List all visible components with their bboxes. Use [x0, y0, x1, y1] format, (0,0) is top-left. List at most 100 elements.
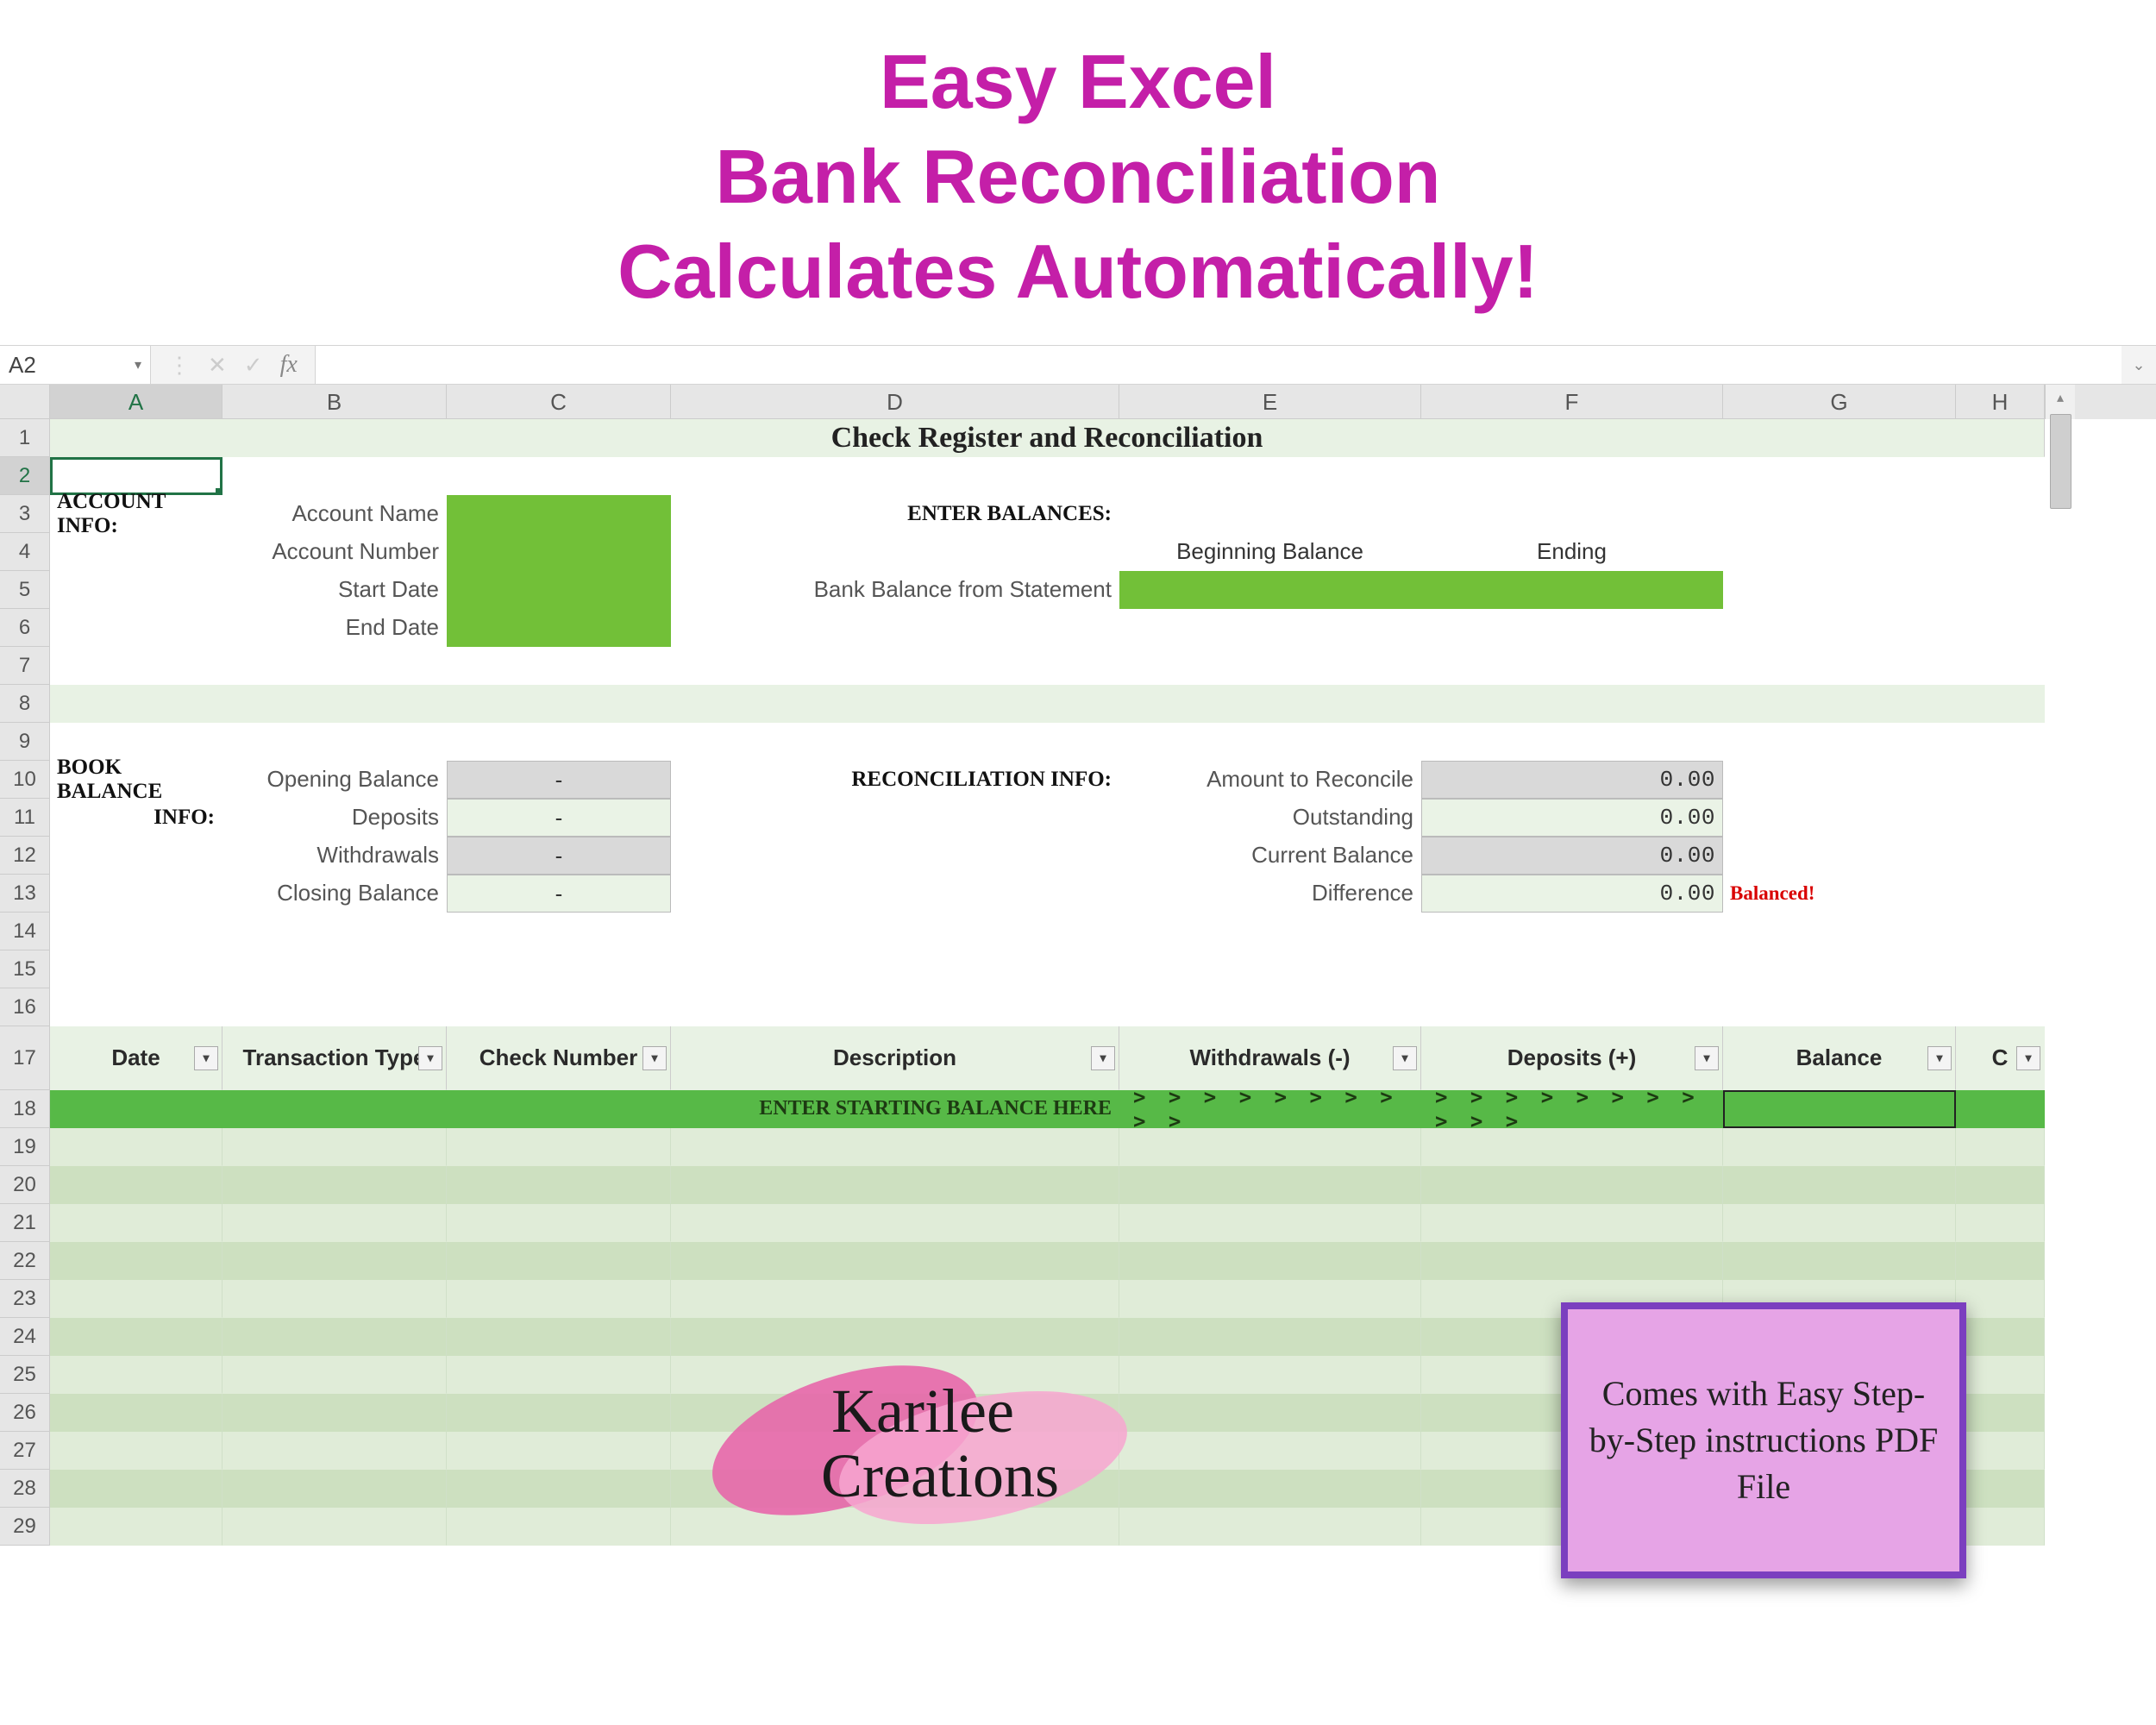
- cell-G5[interactable]: [1723, 571, 1956, 609]
- cell-D19[interactable]: [671, 1128, 1119, 1166]
- fx-icon[interactable]: fx: [280, 351, 298, 379]
- cell-D23[interactable]: [671, 1280, 1119, 1318]
- cell-H5[interactable]: [1956, 571, 2045, 609]
- row-header-13[interactable]: 13: [0, 875, 50, 913]
- cell-E25[interactable]: [1119, 1356, 1421, 1394]
- cell-D25[interactable]: [671, 1356, 1119, 1394]
- cell-D29[interactable]: [671, 1508, 1119, 1546]
- cell-F19[interactable]: [1421, 1128, 1723, 1166]
- cell-H19[interactable]: [1956, 1128, 2045, 1166]
- cell-D4[interactable]: [671, 533, 1119, 571]
- cell-E22[interactable]: [1119, 1242, 1421, 1280]
- row-header-26[interactable]: 26: [0, 1394, 50, 1432]
- cell-H4[interactable]: [1956, 533, 2045, 571]
- cell-F3[interactable]: [1421, 495, 1723, 533]
- account-name-input[interactable]: [447, 495, 671, 533]
- cell-C20[interactable]: [447, 1166, 671, 1204]
- ending-balance-input[interactable]: [1421, 571, 1723, 609]
- row-header-2[interactable]: 2: [0, 457, 50, 495]
- row-header-24[interactable]: 24: [0, 1318, 50, 1356]
- cell-B2[interactable]: [222, 457, 447, 495]
- starting-balance-input[interactable]: [1723, 1090, 1956, 1128]
- th-description[interactable]: Description▾: [671, 1026, 1119, 1090]
- cell-E28[interactable]: [1119, 1470, 1421, 1508]
- cell-G22[interactable]: [1723, 1242, 1956, 1280]
- th-date[interactable]: Date▾: [50, 1026, 222, 1090]
- th-check-number[interactable]: Check Number▾: [447, 1026, 671, 1090]
- cell-C22[interactable]: [447, 1242, 671, 1280]
- cell-A6[interactable]: [50, 609, 222, 647]
- row-header-29[interactable]: 29: [0, 1508, 50, 1546]
- filter-icon[interactable]: ▾: [1091, 1046, 1115, 1070]
- cell-E23[interactable]: [1119, 1280, 1421, 1318]
- cell-A23[interactable]: [50, 1280, 222, 1318]
- cell-D26[interactable]: [671, 1394, 1119, 1432]
- cell-H29[interactable]: [1956, 1508, 2045, 1546]
- th-withdrawals[interactable]: Withdrawals (-)▾: [1119, 1026, 1421, 1090]
- cell-E6[interactable]: [1119, 609, 1421, 647]
- row-header-18[interactable]: 18: [0, 1090, 50, 1128]
- cell-row15[interactable]: [50, 950, 2045, 988]
- cell-B27[interactable]: [222, 1432, 447, 1470]
- col-header-C[interactable]: C: [447, 385, 671, 419]
- th-transaction-type[interactable]: Transaction Type▾: [222, 1026, 447, 1090]
- cell-C19[interactable]: [447, 1128, 671, 1166]
- cell-B28[interactable]: [222, 1470, 447, 1508]
- filter-icon[interactable]: ▾: [642, 1046, 667, 1070]
- scroll-up-icon[interactable]: ▴: [2046, 385, 2075, 411]
- expand-formula-icon[interactable]: ⌄: [2122, 346, 2156, 384]
- filter-icon[interactable]: ▾: [1393, 1046, 1417, 1070]
- th-c[interactable]: C▾: [1956, 1026, 2045, 1090]
- cell-A21[interactable]: [50, 1204, 222, 1242]
- cell-H12[interactable]: [1956, 837, 2045, 875]
- th-deposits[interactable]: Deposits (+)▾: [1421, 1026, 1723, 1090]
- cell-A12[interactable]: [50, 837, 222, 875]
- cell-A25[interactable]: [50, 1356, 222, 1394]
- sb-H[interactable]: [1956, 1090, 2045, 1128]
- cell-H24[interactable]: [1956, 1318, 2045, 1356]
- sb-B[interactable]: [222, 1090, 447, 1128]
- row-header-8[interactable]: 8: [0, 685, 50, 723]
- cell-A5[interactable]: [50, 571, 222, 609]
- cell-D22[interactable]: [671, 1242, 1119, 1280]
- cell-E29[interactable]: [1119, 1508, 1421, 1546]
- cell-H20[interactable]: [1956, 1166, 2045, 1204]
- cell-G19[interactable]: [1723, 1128, 1956, 1166]
- cell-row8[interactable]: [50, 685, 2045, 723]
- filter-icon[interactable]: ▾: [418, 1046, 442, 1070]
- cell-A19[interactable]: [50, 1128, 222, 1166]
- row-header-10[interactable]: 10: [0, 761, 50, 799]
- cell-C23[interactable]: [447, 1280, 671, 1318]
- cell-G20[interactable]: [1723, 1166, 1956, 1204]
- cell-D13[interactable]: [671, 875, 1119, 913]
- cell-H28[interactable]: [1956, 1470, 2045, 1508]
- row-header-28[interactable]: 28: [0, 1470, 50, 1508]
- cell-E2[interactable]: [1119, 457, 1421, 495]
- cell-row9[interactable]: [50, 723, 2045, 761]
- col-header-E[interactable]: E: [1119, 385, 1421, 419]
- filter-icon[interactable]: ▾: [1695, 1046, 1719, 1070]
- cell-F22[interactable]: [1421, 1242, 1723, 1280]
- row-header-21[interactable]: 21: [0, 1204, 50, 1242]
- check-icon[interactable]: ✓: [244, 352, 263, 379]
- cell-D2[interactable]: [671, 457, 1119, 495]
- row-header-14[interactable]: 14: [0, 913, 50, 950]
- cell-G10[interactable]: [1723, 761, 1956, 799]
- cell-row16[interactable]: [50, 988, 2045, 1026]
- cell-F20[interactable]: [1421, 1166, 1723, 1204]
- cell-H25[interactable]: [1956, 1356, 2045, 1394]
- row-header-25[interactable]: 25: [0, 1356, 50, 1394]
- cell-G11[interactable]: [1723, 799, 1956, 837]
- cell-row7[interactable]: [50, 647, 2045, 685]
- cell-A28[interactable]: [50, 1470, 222, 1508]
- row-header-23[interactable]: 23: [0, 1280, 50, 1318]
- cell-B25[interactable]: [222, 1356, 447, 1394]
- cell-C25[interactable]: [447, 1356, 671, 1394]
- cell-A13[interactable]: [50, 875, 222, 913]
- cell-G2[interactable]: [1723, 457, 1956, 495]
- cancel-icon[interactable]: ✕: [208, 352, 227, 379]
- cell-H2[interactable]: [1956, 457, 2045, 495]
- beginning-balance-input[interactable]: [1119, 571, 1421, 609]
- cell-E27[interactable]: [1119, 1432, 1421, 1470]
- cell-D6[interactable]: [671, 609, 1119, 647]
